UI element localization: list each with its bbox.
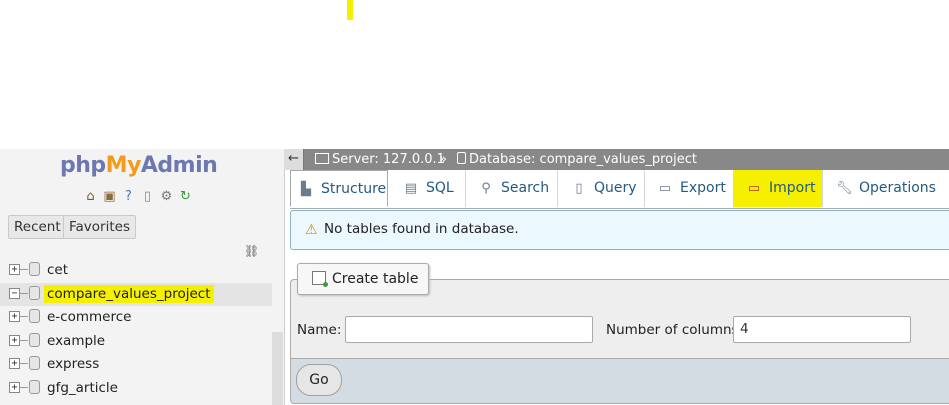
tab-export[interactable]: ▭ Export: [645, 170, 734, 207]
docs-icon[interactable]: ▯: [139, 189, 156, 205]
tree-item-label[interactable]: cet: [44, 261, 71, 279]
notice-text: No tables found in database.: [324, 221, 519, 237]
columns-label: Number of columns:: [606, 322, 744, 338]
tab-label: Structure: [321, 181, 387, 197]
table-add-icon: [312, 271, 328, 287]
warning-icon: ⚠: [305, 222, 318, 238]
database-icon: [29, 379, 40, 394]
reload-icon[interactable]: ↻: [177, 189, 194, 205]
breadcrumb-server[interactable]: Server: 127.0.0.1: [315, 151, 445, 168]
database-tree: + cet − compare_values_project + e-comme…: [0, 259, 284, 400]
tree-connector: [19, 363, 28, 364]
recent-button[interactable]: Recent: [8, 215, 67, 239]
create-table-label: Create table: [332, 271, 419, 287]
tab-search[interactable]: ⚲ Search: [466, 170, 558, 207]
database-icon: [29, 309, 40, 323]
tree-item-gfg-article[interactable]: + gfg_article: [0, 377, 284, 401]
name-label: Name:: [297, 322, 342, 338]
tree-item-label[interactable]: gfg_article: [44, 379, 121, 397]
tree-connector: [19, 339, 28, 341]
tree-item-example[interactable]: + example: [0, 330, 284, 354]
nav-scrollbar[interactable]: [272, 332, 283, 405]
tree-item-label[interactable]: e-commerce: [44, 308, 134, 326]
tree-item-e-commerce[interactable]: + e-commerce: [0, 306, 284, 330]
breadcrumb-separator: »: [439, 152, 447, 167]
tab-sql[interactable]: ▤ SQL: [390, 170, 466, 207]
tree-item-express[interactable]: + express: [0, 353, 284, 377]
favorites-button[interactable]: Favorites: [63, 215, 136, 239]
tab-label: Operations: [859, 180, 936, 196]
home-icon[interactable]: ⌂: [82, 189, 99, 205]
tab-import[interactable]: ▭ Import: [734, 170, 823, 207]
settings-icon[interactable]: ⚙: [158, 189, 175, 205]
tree-connector: [19, 316, 28, 317]
logo-text-my: My: [105, 153, 142, 178]
database-icon: [29, 285, 40, 300]
tree-item-compare-values-project[interactable]: − compare_values_project: [0, 282, 272, 306]
tree-item-label[interactable]: express: [44, 355, 102, 373]
tab-label: Query: [594, 180, 637, 196]
tab-operations[interactable]: 🔧︎ Operations: [825, 170, 949, 207]
tab-label: SQL: [426, 180, 454, 196]
tree-item-label[interactable]: example: [44, 332, 108, 350]
exit-icon[interactable]: ▣: [101, 189, 118, 205]
phpmyadmin-logo[interactable]: phpMyAdmin: [60, 153, 218, 178]
highlight-marker: [347, 0, 353, 20]
navigation-panel: phpMyAdmin ⌂ ▣ ? ▯ ⚙ ↻ Recent Favorites …: [0, 149, 285, 405]
create-table-legend[interactable]: Create table: [297, 263, 430, 295]
tab-label: Search: [501, 180, 550, 196]
columns-input[interactable]: [733, 316, 911, 343]
breadcrumb-database[interactable]: Database: compare_values_project: [457, 151, 697, 168]
tree-connector: [19, 269, 28, 270]
breadcrumb: ← Server: 127.0.0.1 » Database: compare_…: [284, 149, 949, 170]
structure-icon: ▙: [301, 182, 311, 197]
help-icon[interactable]: ?: [120, 189, 137, 205]
tab-structure[interactable]: ▙ Structure: [290, 170, 388, 207]
tab-label: Import: [769, 180, 816, 196]
breadcrumb-database-label: Database: compare_values_project: [469, 152, 697, 167]
database-icon: [457, 152, 466, 164]
search-icon: ⚲: [481, 181, 491, 196]
query-icon: ▯: [575, 181, 583, 196]
go-button[interactable]: Go: [296, 364, 342, 396]
database-icon: [29, 262, 40, 276]
database-icon: [29, 332, 40, 347]
notice-box: ⚠ No tables found in database.: [290, 210, 949, 250]
link-icon[interactable]: ⛓: [244, 244, 259, 258]
collapse-nav-button[interactable]: ←: [284, 149, 304, 170]
menu-tabs: ▙ Structure ▤ SQL ⚲ Search ▯ Query ▭ Export ▭…: [290, 170, 949, 209]
database-icon: [29, 356, 40, 370]
tree-item-cet[interactable]: + cet: [0, 259, 284, 283]
export-icon: ▭: [658, 181, 672, 196]
table-name-input[interactable]: [345, 316, 593, 343]
import-icon: ▭: [747, 181, 761, 196]
tree-connector: [19, 386, 28, 388]
server-icon: [315, 153, 329, 164]
logo-text-admin: Admin: [140, 153, 218, 178]
fieldset-footer: [290, 358, 949, 404]
tree-item-label[interactable]: compare_values_project: [44, 284, 214, 303]
tab-query[interactable]: ▯ Query: [558, 170, 645, 207]
logo-text-php: php: [60, 153, 106, 178]
breadcrumb-server-label: Server: 127.0.0.1: [332, 152, 445, 167]
tab-label: Export: [680, 180, 726, 196]
sql-icon: ▤: [404, 181, 418, 196]
wrench-icon: 🔧︎: [836, 181, 853, 196]
tree-connector: [19, 292, 28, 294]
nav-icon-bar: ⌂ ▣ ? ▯ ⚙ ↻: [82, 189, 194, 205]
